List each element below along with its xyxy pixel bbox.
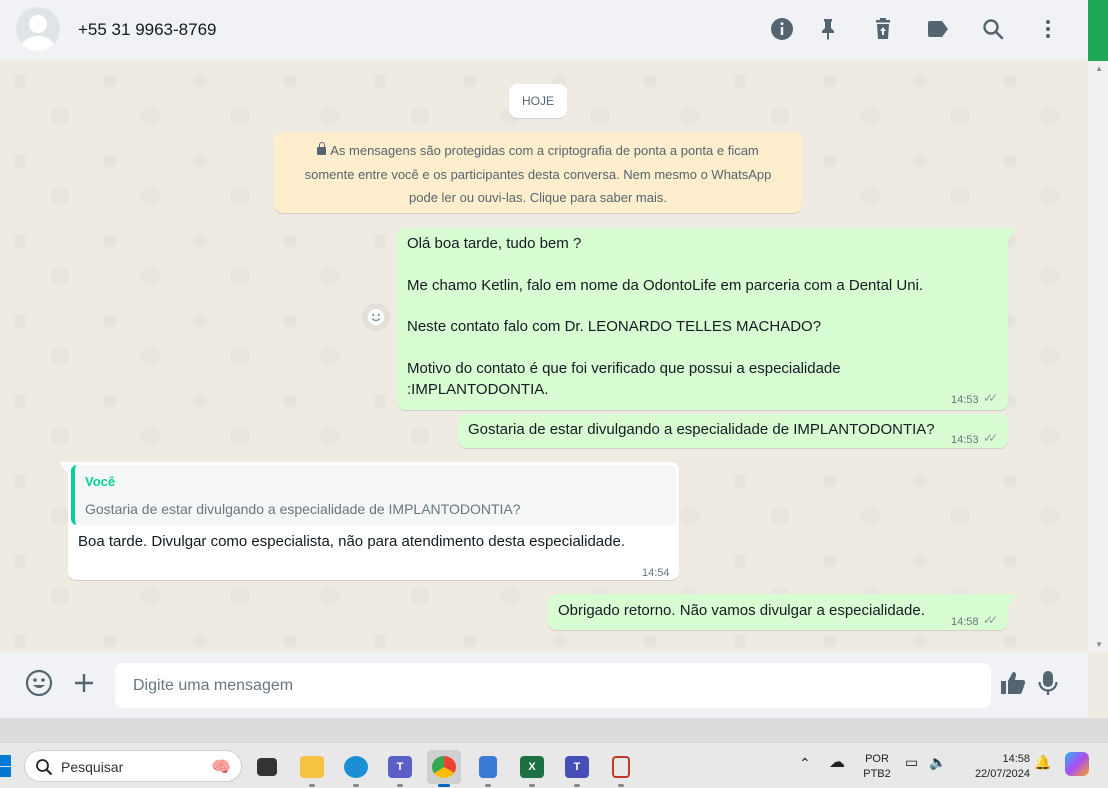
- chat-scrollbar[interactable]: [1088, 61, 1108, 652]
- message-time: 14:53: [951, 394, 979, 406]
- read-ticks-icon: ✓✓: [983, 613, 998, 627]
- tray-chevron-icon[interactable]: ⌃: [799, 756, 811, 771]
- chat-header: +55 31 9963-8769: [0, 0, 1088, 60]
- label-icon[interactable]: [925, 16, 951, 42]
- message-text: Gostaria de estar divulgando a especiali…: [468, 421, 935, 438]
- message-outgoing[interactable]: Obrigado retorno. Não vamos divulgar a e…: [548, 594, 1008, 630]
- message-line: [407, 296, 998, 317]
- message-incoming[interactable]: Você Gostaria de estar divulgando a espe…: [68, 462, 679, 580]
- message-time: 14:54: [642, 567, 670, 579]
- message-outgoing[interactable]: Gostaria de estar divulgando a especiali…: [458, 414, 1008, 448]
- file-explorer-icon[interactable]: [295, 750, 329, 784]
- bubble-tail: [1008, 228, 1017, 240]
- teams-icon[interactable]: T: [383, 750, 417, 784]
- message-input[interactable]: [115, 663, 991, 708]
- message-time: 14:53: [951, 434, 979, 446]
- thumbs-up-icon[interactable]: [998, 668, 1028, 698]
- quote-author: Você: [85, 474, 116, 489]
- message-text: Obrigado retorno. Não vamos divulgar a e…: [558, 602, 925, 619]
- clock-date: 22/07/2024: [974, 768, 1030, 780]
- app-running-indicator: [574, 784, 580, 787]
- taskbar-search[interactable]: Pesquisar 🧠: [24, 750, 242, 782]
- message-line: Neste contato falo com Dr. LEONARDO TELL…: [407, 318, 822, 336]
- notification-bell-icon[interactable]: 🔔: [1034, 755, 1051, 770]
- contact-name[interactable]: +55 31 9963-8769: [78, 20, 217, 40]
- search-highlight-icon: 🧠: [211, 759, 231, 776]
- emoji-icon[interactable]: [24, 668, 54, 698]
- scroll-up-arrow[interactable]: ▲: [1095, 64, 1103, 73]
- windows-taskbar: Pesquisar 🧠 T X T ⌃ ☁ POR PTB2 ▭ 🔈 14:58…: [0, 742, 1108, 788]
- message-line: Olá boa tarde, tudo bem ?: [407, 235, 582, 252]
- search-label: Pesquisar: [61, 759, 124, 775]
- app-running-indicator: [353, 784, 359, 787]
- bubble-tail: [59, 462, 68, 474]
- task-view-icon[interactable]: [250, 750, 284, 784]
- search-icon[interactable]: [980, 16, 1006, 42]
- app-running-indicator: [397, 784, 403, 787]
- quote-text: Gostaria de estar divulgando a especiali…: [85, 500, 521, 517]
- message-outgoing[interactable]: Olá boa tarde, tudo bem ? Me chamo Ketli…: [397, 228, 1008, 410]
- message-line: :IMPLANTODONTIA.: [407, 380, 549, 398]
- app-running-indicator: [309, 784, 315, 787]
- network-icon[interactable]: ▭: [905, 755, 918, 770]
- message-composer: [0, 652, 1088, 718]
- search-icon: [36, 759, 53, 776]
- encryption-line: As mensagens são protegidas com a cripto…: [330, 143, 759, 158]
- clock-time: 14:58: [1002, 753, 1030, 765]
- delete-icon[interactable]: [870, 16, 896, 42]
- volume-icon[interactable]: 🔈: [929, 755, 946, 770]
- message-line: Motivo do contato é que foi verificado q…: [407, 359, 841, 377]
- menu-icon[interactable]: [1035, 16, 1061, 42]
- snipping-tool-icon[interactable]: [604, 750, 638, 784]
- copilot-icon[interactable]: [1065, 752, 1089, 776]
- contact-avatar[interactable]: [16, 7, 60, 51]
- message-line: Me chamo Ketlin, falo em nome da OdontoL…: [407, 276, 924, 294]
- window-bottom-area: [0, 718, 1108, 742]
- windows-start-icon[interactable]: [0, 755, 11, 777]
- edge-icon[interactable]: [339, 750, 373, 784]
- onedrive-icon[interactable]: ☁: [829, 755, 845, 771]
- read-ticks-icon: ✓✓: [983, 431, 998, 445]
- keyboard-layout: PTB2: [863, 768, 891, 780]
- message-line: [407, 338, 998, 359]
- lock-icon: [317, 142, 327, 155]
- reaction-emoji-button[interactable]: [362, 303, 390, 331]
- app-running-indicator: [618, 784, 624, 787]
- notepad-icon[interactable]: [471, 750, 505, 784]
- quoted-message[interactable]: Você Gostaria de estar divulgando a espe…: [71, 465, 676, 525]
- teams-new-icon[interactable]: T: [560, 750, 594, 784]
- excel-icon[interactable]: X: [515, 750, 549, 784]
- message-text: Boa tarde. Divulgar como especialista, n…: [78, 533, 626, 550]
- attach-plus-icon[interactable]: [69, 668, 99, 698]
- bubble-tail: [1008, 594, 1017, 606]
- app-running-indicator: [529, 784, 535, 787]
- message-time: 14:58: [951, 616, 979, 628]
- language-code: POR: [865, 753, 889, 765]
- microphone-icon[interactable]: [1033, 668, 1063, 698]
- encryption-line: pode ler ou ouvi-las. Clique para saber …: [409, 190, 667, 205]
- encryption-notice[interactable]: As mensagens são protegidas com a cripto…: [274, 132, 802, 213]
- clock[interactable]: 14:58 22/07/2024: [960, 752, 1030, 782]
- message-line: [407, 255, 998, 276]
- pin-icon[interactable]: [815, 16, 841, 42]
- app-active-indicator: [438, 784, 450, 787]
- scroll-down-arrow[interactable]: ▼: [1095, 640, 1103, 649]
- read-ticks-icon: ✓✓: [983, 391, 998, 405]
- day-chip: HOJE: [509, 84, 567, 118]
- encryption-line: somente entre você e os participantes de…: [304, 166, 772, 182]
- smiley-icon: [368, 309, 384, 325]
- info-icon[interactable]: [769, 16, 795, 42]
- app-running-indicator: [485, 784, 491, 787]
- input-language[interactable]: POR PTB2: [860, 752, 894, 782]
- chrome-icon[interactable]: [427, 750, 461, 784]
